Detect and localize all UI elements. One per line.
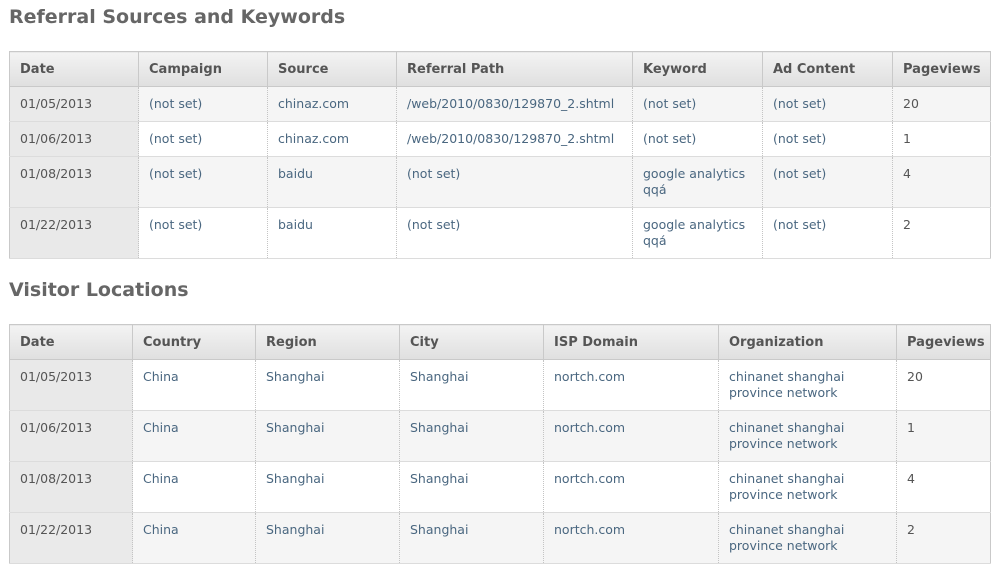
table-row: 01/22/2013 (not set) baidu (not set) goo… <box>9 207 991 259</box>
cell-pageviews: 20 <box>896 359 991 411</box>
cell-date: 01/08/2013 <box>9 156 139 208</box>
cell-isp-domain: nortch.com <box>543 359 719 411</box>
table-row: 01/06/2013 (not set) chinaz.com /web/201… <box>9 121 991 157</box>
cell-pageviews: 20 <box>892 86 991 122</box>
col-header-keyword[interactable]: Keyword <box>632 51 763 87</box>
col-header-isp-domain[interactable]: ISP Domain <box>543 324 719 360</box>
cell-ad-content: (not set) <box>762 121 893 157</box>
cell-city: Shanghai <box>399 461 544 513</box>
cell-referral-path: /web/2010/0830/129870_2.shtml <box>396 121 633 157</box>
col-header-pageviews[interactable]: Pageviews <box>896 324 991 360</box>
cell-pageviews: 2 <box>896 512 991 564</box>
cell-isp-domain: nortch.com <box>543 461 719 513</box>
cell-organization: chinanet shanghai province network <box>718 512 897 564</box>
cell-ad-content: (not set) <box>762 86 893 122</box>
col-header-referral-path[interactable]: Referral Path <box>396 51 633 87</box>
cell-region: Shanghai <box>255 461 400 513</box>
col-header-date[interactable]: Date <box>9 51 139 87</box>
cell-keyword: google analytics qqа́ <box>632 207 763 259</box>
cell-source: chinaz.com <box>267 121 397 157</box>
table-row: 01/05/2013 (not set) chinaz.com /web/201… <box>9 86 991 122</box>
cell-keyword: (not set) <box>632 86 763 122</box>
cell-referral-path: (not set) <box>396 207 633 259</box>
cell-country: China <box>132 512 256 564</box>
cell-keyword: (not set) <box>632 121 763 157</box>
col-header-region[interactable]: Region <box>255 324 400 360</box>
cell-source: chinaz.com <box>267 86 397 122</box>
cell-city: Shanghai <box>399 359 544 411</box>
locations-section-title: Visitor Locations <box>9 279 189 301</box>
cell-region: Shanghai <box>255 410 400 462</box>
cell-pageviews: 1 <box>896 410 991 462</box>
col-header-campaign[interactable]: Campaign <box>138 51 268 87</box>
cell-pageviews: 2 <box>892 207 991 259</box>
col-header-source[interactable]: Source <box>267 51 397 87</box>
cell-country: China <box>132 461 256 513</box>
cell-city: Shanghai <box>399 512 544 564</box>
cell-date: 01/06/2013 <box>9 410 133 462</box>
cell-source: baidu <box>267 156 397 208</box>
table-row: 01/22/2013 China Shanghai Shanghai nortc… <box>9 512 991 564</box>
cell-pageviews: 4 <box>892 156 991 208</box>
col-header-organization[interactable]: Organization <box>718 324 897 360</box>
cell-referral-path: (not set) <box>396 156 633 208</box>
col-header-ad-content[interactable]: Ad Content <box>762 51 893 87</box>
col-header-country[interactable]: Country <box>132 324 256 360</box>
cell-date: 01/22/2013 <box>9 512 133 564</box>
col-header-pageviews[interactable]: Pageviews <box>892 51 991 87</box>
cell-city: Shanghai <box>399 410 544 462</box>
locations-header-row: Date Country Region City ISP Domain Orga… <box>9 324 991 360</box>
cell-campaign: (not set) <box>138 121 268 157</box>
cell-organization: chinanet shanghai province network <box>718 359 897 411</box>
cell-ad-content: (not set) <box>762 156 893 208</box>
table-row: 01/08/2013 China Shanghai Shanghai nortc… <box>9 461 991 513</box>
col-header-date[interactable]: Date <box>9 324 133 360</box>
cell-date: 01/05/2013 <box>9 359 133 411</box>
cell-referral-path: /web/2010/0830/129870_2.shtml <box>396 86 633 122</box>
referral-header-row: Date Campaign Source Referral Path Keywo… <box>9 51 991 87</box>
cell-date: 01/08/2013 <box>9 461 133 513</box>
cell-country: China <box>132 359 256 411</box>
cell-region: Shanghai <box>255 359 400 411</box>
cell-pageviews: 1 <box>892 121 991 157</box>
table-row: 01/05/2013 China Shanghai Shanghai nortc… <box>9 359 991 411</box>
cell-date: 01/05/2013 <box>9 86 139 122</box>
table-row: 01/06/2013 China Shanghai Shanghai nortc… <box>9 410 991 462</box>
referral-table: Date Campaign Source Referral Path Keywo… <box>9 51 991 259</box>
cell-keyword: google analytics qqа́ <box>632 156 763 208</box>
cell-organization: chinanet shanghai province network <box>718 410 897 462</box>
cell-organization: chinanet shanghai province network <box>718 461 897 513</box>
cell-region: Shanghai <box>255 512 400 564</box>
referral-section-title: Referral Sources and Keywords <box>9 6 346 28</box>
cell-source: baidu <box>267 207 397 259</box>
cell-isp-domain: nortch.com <box>543 512 719 564</box>
cell-date: 01/06/2013 <box>9 121 139 157</box>
cell-ad-content: (not set) <box>762 207 893 259</box>
cell-date: 01/22/2013 <box>9 207 139 259</box>
cell-campaign: (not set) <box>138 156 268 208</box>
table-row: 01/08/2013 (not set) baidu (not set) goo… <box>9 156 991 208</box>
cell-isp-domain: nortch.com <box>543 410 719 462</box>
cell-campaign: (not set) <box>138 207 268 259</box>
col-header-city[interactable]: City <box>399 324 544 360</box>
visitor-locations-table: Date Country Region City ISP Domain Orga… <box>9 324 991 564</box>
cell-campaign: (not set) <box>138 86 268 122</box>
cell-pageviews: 4 <box>896 461 991 513</box>
cell-country: China <box>132 410 256 462</box>
